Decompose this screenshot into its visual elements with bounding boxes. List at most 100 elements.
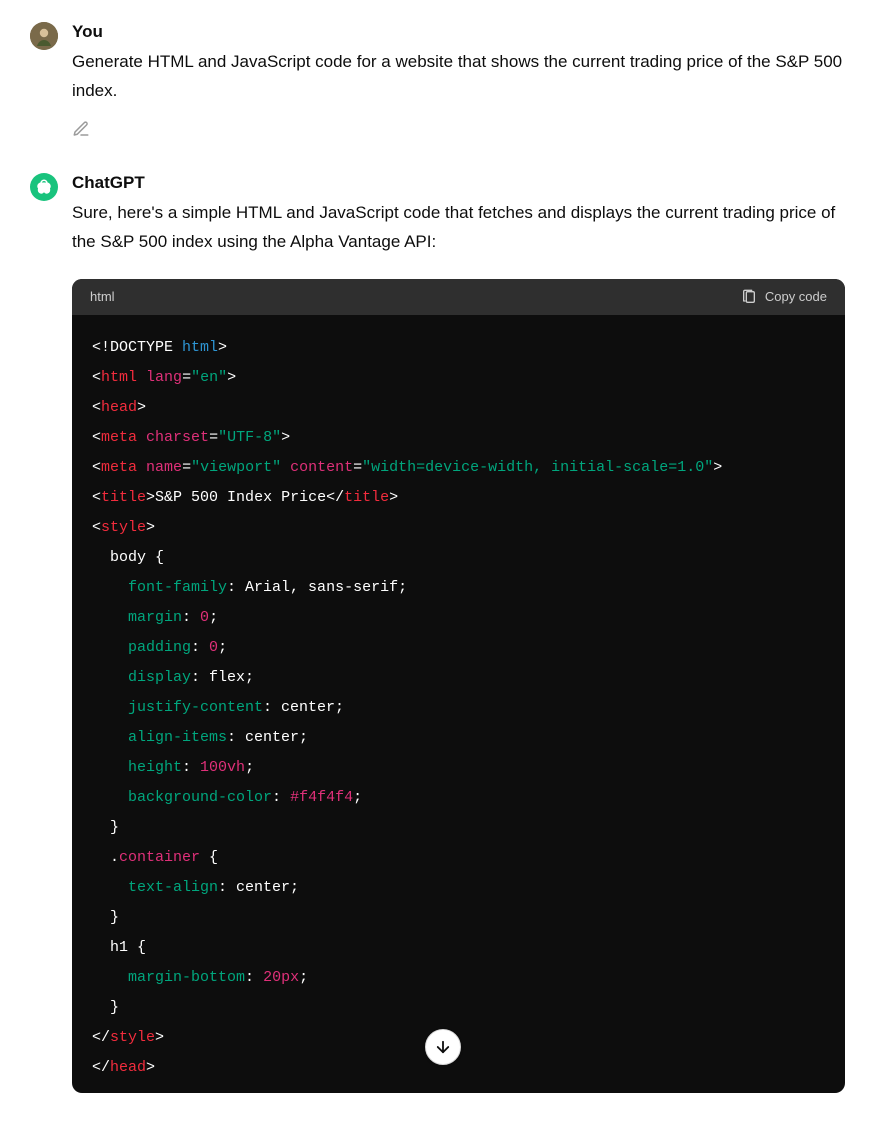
code-token: "UTF-8" [218, 429, 281, 446]
code-token: > [155, 1029, 164, 1046]
chatgpt-avatar [30, 173, 58, 201]
code-token: = [353, 459, 362, 476]
code-header: html Copy code [72, 279, 845, 315]
scroll-to-bottom-button[interactable] [425, 1029, 461, 1065]
code-token: < [92, 489, 101, 506]
user-sender-label: You [72, 22, 845, 42]
code-token: font-family [128, 579, 227, 596]
code-token: meta [101, 429, 137, 446]
user-message-body: You Generate HTML and JavaScript code fo… [72, 22, 845, 143]
code-token: padding [128, 639, 191, 656]
code-token: background-color [128, 789, 272, 806]
code-token: </ [92, 1059, 110, 1076]
code-token: > [146, 1059, 155, 1076]
code-token: = [182, 459, 191, 476]
code-token: : [191, 639, 209, 656]
code-token: style [101, 519, 146, 536]
code-token: lang [146, 369, 182, 386]
code-token: = [209, 429, 218, 446]
code-token: < [92, 369, 101, 386]
code-token: margin [128, 609, 182, 626]
code-token: </ [326, 489, 344, 506]
code-token: > [389, 489, 398, 506]
code-token: } [92, 999, 119, 1016]
code-token: head [101, 399, 137, 416]
code-token: container [119, 849, 200, 866]
code-token: < [92, 399, 101, 416]
code-token: > [146, 519, 155, 536]
code-token: #f4f4f4 [290, 789, 353, 806]
code-token [281, 459, 290, 476]
code-token: <!DOCTYPE [92, 339, 182, 356]
code-token: html [101, 369, 137, 386]
code-token: > [146, 489, 155, 506]
code-token: display [128, 669, 191, 686]
code-token: { [200, 849, 218, 866]
assistant-message-body: ChatGPT Sure, here's a simple HTML and J… [72, 173, 845, 1093]
copy-code-button[interactable]: Copy code [741, 289, 827, 305]
code-block: html Copy code <!DOCTYPE html> <html lan… [72, 279, 845, 1093]
code-token: align-items [128, 729, 227, 746]
code-token: : [272, 789, 290, 806]
arrow-down-icon [434, 1038, 452, 1056]
code-token: text-align [128, 879, 218, 896]
code-token: : center; [218, 879, 299, 896]
code-token: : center; [227, 729, 308, 746]
code-token: html [182, 339, 218, 356]
code-token: h1 { [92, 939, 146, 956]
edit-icon[interactable] [72, 120, 90, 138]
code-token: > [713, 459, 722, 476]
code-token: content [290, 459, 353, 476]
user-avatar [30, 22, 58, 50]
code-token: > [137, 399, 146, 416]
clipboard-icon [741, 289, 757, 305]
code-token: ; [209, 609, 218, 626]
code-token: : flex; [191, 669, 254, 686]
code-token: } [92, 909, 119, 926]
code-token: height [128, 759, 182, 776]
code-token: : center; [263, 699, 344, 716]
code-token: > [227, 369, 236, 386]
code-token: "viewport" [191, 459, 281, 476]
code-token: ; [218, 639, 227, 656]
user-message: You Generate HTML and JavaScript code fo… [30, 22, 845, 143]
code-token: meta [101, 459, 137, 476]
code-token: name [146, 459, 182, 476]
code-language-label: html [90, 289, 115, 304]
code-token: "width=device-width, initial-scale=1.0" [362, 459, 713, 476]
code-token: "en" [191, 369, 227, 386]
code-token: 20px [263, 969, 299, 986]
code-token: 0 [209, 639, 218, 656]
code-token [137, 369, 146, 386]
code-token: title [344, 489, 389, 506]
code-token: > [281, 429, 290, 446]
code-token: } [92, 819, 119, 836]
code-token: < [92, 459, 101, 476]
code-token: head [110, 1059, 146, 1076]
code-token: title [101, 489, 146, 506]
code-token: ; [353, 789, 362, 806]
code-token: < [92, 519, 101, 536]
code-token: ; [245, 759, 254, 776]
code-token: ; [299, 969, 308, 986]
code-token: margin-bottom [128, 969, 245, 986]
code-body[interactable]: <!DOCTYPE html> <html lang="en"> <head> … [72, 315, 845, 1093]
code-token: < [92, 429, 101, 446]
code-token [137, 459, 146, 476]
code-token: justify-content [128, 699, 263, 716]
code-token: . [92, 849, 119, 866]
code-token: : Arial, sans-serif; [227, 579, 407, 596]
code-token [137, 429, 146, 446]
code-token: : [182, 759, 200, 776]
assistant-message: ChatGPT Sure, here's a simple HTML and J… [30, 173, 845, 1093]
code-token: : [245, 969, 263, 986]
code-token: > [218, 339, 227, 356]
code-token: </ [92, 1029, 110, 1046]
copy-code-label: Copy code [765, 289, 827, 304]
user-message-text: Generate HTML and JavaScript code for a … [72, 48, 845, 106]
code-token: body { [92, 549, 164, 566]
assistant-sender-label: ChatGPT [72, 173, 845, 193]
code-token: S&P 500 Index Price [155, 489, 326, 506]
assistant-message-text: Sure, here's a simple HTML and JavaScrip… [72, 199, 845, 257]
code-token: = [182, 369, 191, 386]
